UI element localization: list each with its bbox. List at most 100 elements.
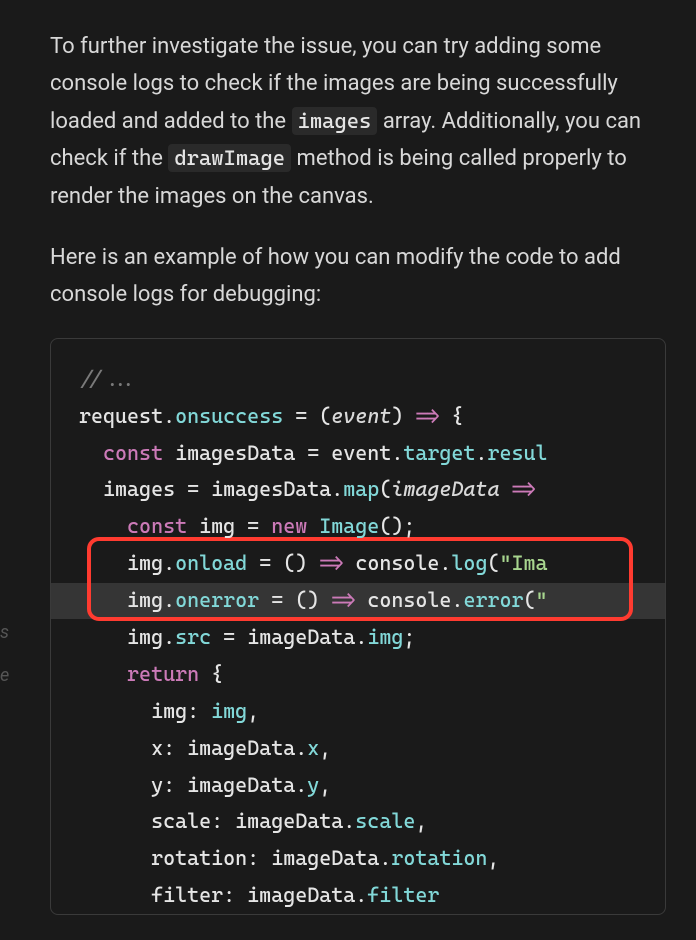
tok: , (247, 699, 259, 723)
tok: resul (487, 441, 547, 465)
tok: event (319, 441, 391, 465)
tok: : (187, 699, 211, 723)
tok: console (355, 551, 439, 575)
tok: (); (379, 514, 415, 538)
tok: Image (307, 514, 379, 538)
tok: error (463, 588, 523, 612)
left-edge-fragment: s e (0, 620, 9, 706)
tok: imageData (247, 625, 355, 649)
tok: onsuccess (175, 404, 283, 428)
tok: => (307, 551, 355, 575)
tok: ( (524, 588, 536, 612)
tok: ( (379, 477, 391, 501)
tok: { (199, 662, 223, 686)
tok: . (295, 773, 307, 797)
tok: imagesData (199, 477, 331, 501)
inline-code-drawimage: drawImage (168, 144, 291, 172)
tok: : (211, 809, 235, 833)
tok: imagesData (163, 441, 307, 465)
tok: rotation (391, 846, 487, 870)
tok: => (319, 588, 367, 612)
tok: log (451, 551, 487, 575)
tok: target (403, 441, 475, 465)
tok: img (211, 699, 247, 723)
tok: console (367, 588, 451, 612)
tok: scale (79, 809, 211, 833)
paragraph-1: To further investigate the issue, you ca… (50, 28, 666, 215)
tok: , (319, 773, 331, 797)
tok: = (283, 404, 319, 428)
paragraph-2: Here is an example of how you can modify… (50, 239, 666, 314)
tok: . (331, 477, 343, 501)
tok: img (79, 699, 187, 723)
tok: : (247, 846, 271, 870)
tok: = (247, 514, 259, 538)
tok: imageData (391, 477, 499, 501)
tok: onload (175, 551, 247, 575)
tok: onerror (175, 588, 259, 612)
tok: = (259, 588, 295, 612)
tok: () (283, 551, 307, 575)
code-content: //...request.onsuccess = (event) => { co… (51, 339, 665, 914)
tok: img (79, 625, 163, 649)
tok: { (451, 404, 463, 428)
tok: , (487, 846, 499, 870)
tok: return (79, 662, 199, 686)
tok: filter (79, 883, 223, 907)
tok: images (79, 477, 187, 501)
tok: ) (391, 404, 403, 428)
tok: . (163, 588, 175, 612)
tok: : (163, 773, 187, 797)
tok: filter (367, 883, 439, 907)
tok: const (79, 441, 163, 465)
tok: . (439, 551, 451, 575)
tok: => (403, 404, 451, 428)
code-block: //...request.onsuccess = (event) => { co… (50, 338, 666, 915)
tok: ( (319, 404, 331, 428)
tok: . (355, 625, 367, 649)
tok: : (223, 883, 247, 907)
tok: img (367, 625, 403, 649)
tok: "Ima (499, 551, 547, 575)
tok: map (343, 477, 379, 501)
tok: imageData (271, 846, 379, 870)
tok: imageData (247, 883, 355, 907)
tok: event (331, 404, 391, 428)
tok: . (451, 588, 463, 612)
tok: img (79, 588, 163, 612)
tok: request (79, 404, 163, 428)
tok: const (79, 514, 187, 538)
tok: y (79, 773, 163, 797)
main-content: To further investigate the issue, you ca… (0, 0, 696, 915)
tok: ; (403, 625, 415, 649)
tok: imageData (187, 773, 295, 797)
tok: imageData (235, 809, 343, 833)
fragment-char-2: e (0, 663, 9, 688)
tok: , (319, 736, 331, 760)
fragment-char-1: s (0, 620, 9, 645)
tok: x (79, 736, 163, 760)
tok: scale (355, 809, 415, 833)
tok: img (79, 551, 163, 575)
tok: . (391, 441, 403, 465)
tok: . (355, 883, 367, 907)
tok: . (343, 809, 355, 833)
tok: rotation (79, 846, 247, 870)
code-comment: //... (79, 367, 139, 391)
tok: : (163, 736, 187, 760)
tok: x (307, 736, 319, 760)
tok: " (536, 588, 548, 612)
tok: . (295, 736, 307, 760)
tok: img (187, 514, 247, 538)
tok: = (247, 551, 283, 575)
tok: y (307, 773, 319, 797)
tok: new (259, 514, 307, 538)
tok: src (175, 625, 211, 649)
tok: , (415, 809, 427, 833)
tok: . (475, 441, 487, 465)
tok: => (499, 477, 547, 501)
tok: . (163, 625, 175, 649)
tok: () (295, 588, 319, 612)
tok: ( (487, 551, 499, 575)
tok: . (163, 551, 175, 575)
